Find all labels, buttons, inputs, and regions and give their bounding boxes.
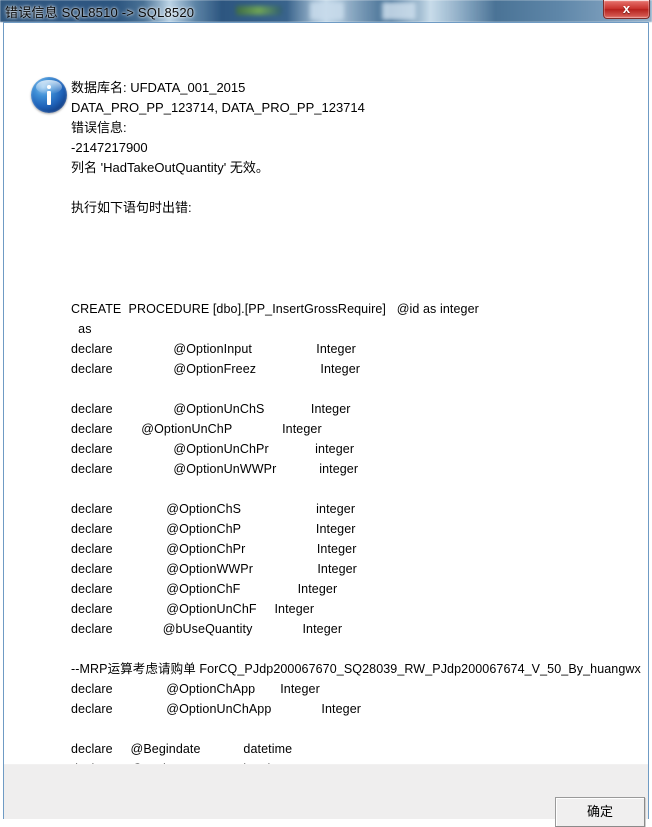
title-bar[interactable]: 错误信息 SQL8510 -> SQL8520 x	[0, 0, 652, 22]
window-title: 错误信息 SQL8510 -> SQL8520	[5, 5, 195, 20]
sql-statement-text: CREATE PROCEDURE [dbo].[PP_InsertGrossRe…	[71, 302, 641, 764]
close-icon: x	[622, 1, 631, 16]
close-button[interactable]: x	[603, 0, 650, 19]
error-message-text: 数据库名: UFDATA_001_2015 DATA_PRO_PP_123714…	[71, 80, 365, 215]
dialog-content-pane: 数据库名: UFDATA_001_2015 DATA_PRO_PP_123714…	[4, 23, 648, 764]
info-icon	[31, 77, 67, 113]
error-dialog-window: 错误信息 SQL8510 -> SQL8520 x 数据库名: UFDATA_0…	[0, 0, 652, 827]
info-icon-stem	[47, 91, 51, 105]
info-icon-dot	[47, 85, 51, 89]
dialog-client-area: 数据库名: UFDATA_001_2015 DATA_PRO_PP_123714…	[3, 22, 649, 827]
dialog-button-bar	[4, 764, 648, 819]
